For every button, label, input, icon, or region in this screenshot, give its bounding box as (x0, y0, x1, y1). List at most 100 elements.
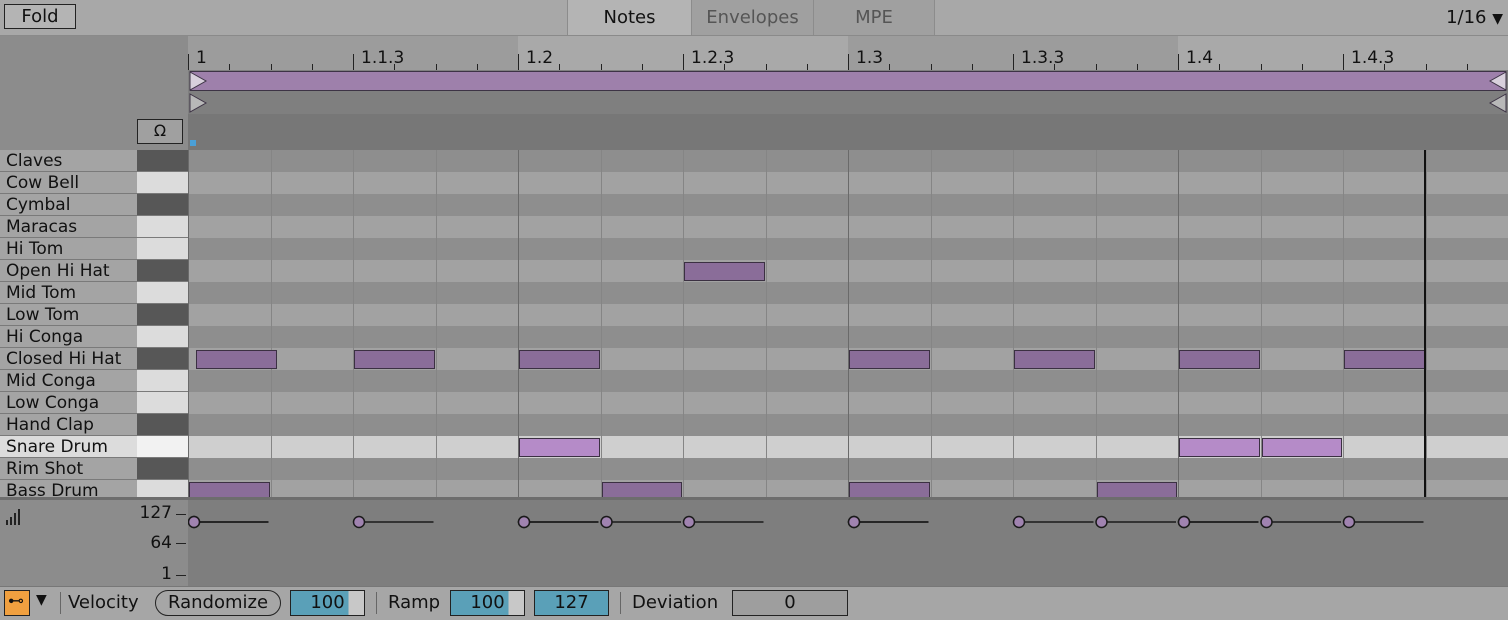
midi-note[interactable] (1344, 350, 1425, 369)
tab-mpe[interactable]: MPE (813, 0, 935, 35)
grid-line (600, 150, 602, 502)
piano-key[interactable] (137, 348, 188, 370)
ruler-label: 1.4.3 (1351, 48, 1395, 68)
lane-label[interactable]: Open Hi Hat (0, 260, 137, 282)
ruler-tick (848, 54, 849, 70)
piano-key[interactable] (137, 392, 188, 414)
ruler-tick (518, 54, 519, 70)
grid-line (930, 150, 932, 502)
grid-line (1095, 150, 1097, 502)
piano-key[interactable] (137, 326, 188, 348)
midi-note[interactable] (1179, 350, 1260, 369)
chevron-down-icon[interactable]: ▼ (36, 592, 47, 608)
lane-label[interactable]: Mid Conga (0, 370, 137, 392)
piano-key[interactable] (137, 150, 188, 172)
ruler-tick (1343, 54, 1344, 70)
pencil-icon: ⊷ (8, 591, 24, 610)
grid-line (1013, 150, 1014, 502)
velocity-tick (176, 575, 186, 576)
velocity-handle[interactable] (188, 515, 201, 529)
divider (376, 592, 377, 614)
midi-note[interactable] (519, 350, 600, 369)
tab-envelopes[interactable]: Envelopes (691, 0, 813, 35)
midi-note[interactable] (196, 350, 277, 369)
headphones-icon: Ω (153, 121, 167, 140)
ramp-end-field[interactable]: 127 (534, 590, 609, 616)
ruler-tick (353, 54, 354, 70)
ruler-tick (1013, 54, 1014, 70)
ramp-start-field[interactable]: 100 (450, 590, 525, 616)
lane-label[interactable]: Low Tom (0, 304, 137, 326)
grid-size-selector[interactable]: 1/16 ▼ (1395, 0, 1505, 35)
ramp-label: Ramp (388, 592, 441, 613)
randomize-button[interactable]: Randomize (155, 590, 281, 616)
midi-note[interactable] (1014, 350, 1095, 369)
piano-key[interactable] (137, 304, 188, 326)
velocity-handle[interactable] (352, 515, 366, 529)
lane-label[interactable]: Claves (0, 150, 137, 172)
midi-note[interactable] (684, 262, 765, 281)
velocity-handle[interactable] (1177, 515, 1191, 529)
lane-label[interactable]: Mid Tom (0, 282, 137, 304)
grid-line (270, 150, 272, 502)
midi-note[interactable] (1179, 438, 1260, 457)
fold-strip (188, 114, 1508, 150)
lane-label[interactable]: Maracas (0, 216, 137, 238)
fold-button[interactable]: Fold (4, 4, 76, 29)
velocity-mid-label: 64 (150, 533, 172, 553)
velocity-handle[interactable] (1260, 515, 1273, 529)
lane-label[interactable]: Cow Bell (0, 172, 137, 194)
velocity-value-field[interactable]: 100 (290, 590, 365, 616)
grid-line (765, 150, 767, 502)
lane-label[interactable]: Closed Hi Hat (0, 348, 137, 370)
ruler-label: 1.2.3 (691, 48, 735, 68)
velocity-handle[interactable] (600, 515, 613, 529)
midi-note[interactable] (1261, 438, 1342, 457)
velocity-handle[interactable] (517, 515, 531, 529)
piano-key[interactable] (137, 238, 188, 260)
grid-line (683, 150, 684, 502)
ruler-label: 1.3 (856, 48, 884, 68)
velocity-handle[interactable] (1012, 515, 1026, 529)
lane-label[interactable]: Hi Tom (0, 238, 137, 260)
loop-markers[interactable] (188, 70, 1508, 120)
midi-note[interactable] (354, 350, 435, 369)
velocity-handle[interactable] (682, 515, 696, 529)
ruler-label: 1 (196, 48, 207, 68)
deviation-label: Deviation (632, 592, 719, 613)
preview-button[interactable]: Ω (137, 119, 183, 144)
piano-key[interactable] (137, 194, 188, 216)
lane-label[interactable]: Hand Clap (0, 414, 137, 436)
divider (620, 592, 621, 614)
velocity-handle[interactable] (847, 515, 861, 529)
ruler-label: 1.3.3 (1021, 48, 1065, 68)
velocity-bars-icon[interactable] (4, 508, 22, 526)
midi-note[interactable] (849, 350, 930, 369)
piano-key[interactable] (137, 216, 188, 238)
tab-notes[interactable]: Notes (567, 0, 691, 35)
piano-key[interactable] (137, 414, 188, 436)
grid-line (848, 150, 849, 502)
velocity-stems[interactable] (188, 500, 1508, 586)
ruler-label: 1.4 (1186, 48, 1214, 68)
velocity-tick (176, 514, 186, 515)
lane-label[interactable]: Cymbal (0, 194, 137, 216)
velocity-tick (176, 543, 186, 544)
lane-label[interactable]: Snare Drum (0, 436, 137, 458)
piano-key[interactable] (137, 370, 188, 392)
midi-note[interactable] (519, 438, 600, 457)
lane-label[interactable]: Hi Conga (0, 326, 137, 348)
lane-label[interactable]: Low Conga (0, 392, 137, 414)
piano-key[interactable] (137, 172, 188, 194)
ruler-tick (683, 54, 684, 70)
piano-key[interactable] (137, 458, 188, 480)
piano-key[interactable] (137, 260, 188, 282)
velocity-handle[interactable] (1342, 515, 1356, 529)
draw-mode-button[interactable]: ⊷ (4, 590, 30, 616)
lane-label[interactable]: Rim Shot (0, 458, 137, 480)
piano-key[interactable] (137, 282, 188, 304)
piano-key[interactable] (137, 436, 188, 458)
deviation-field[interactable]: 0 (732, 590, 848, 616)
ruler-tick (188, 54, 189, 70)
velocity-handle[interactable] (1095, 515, 1108, 529)
